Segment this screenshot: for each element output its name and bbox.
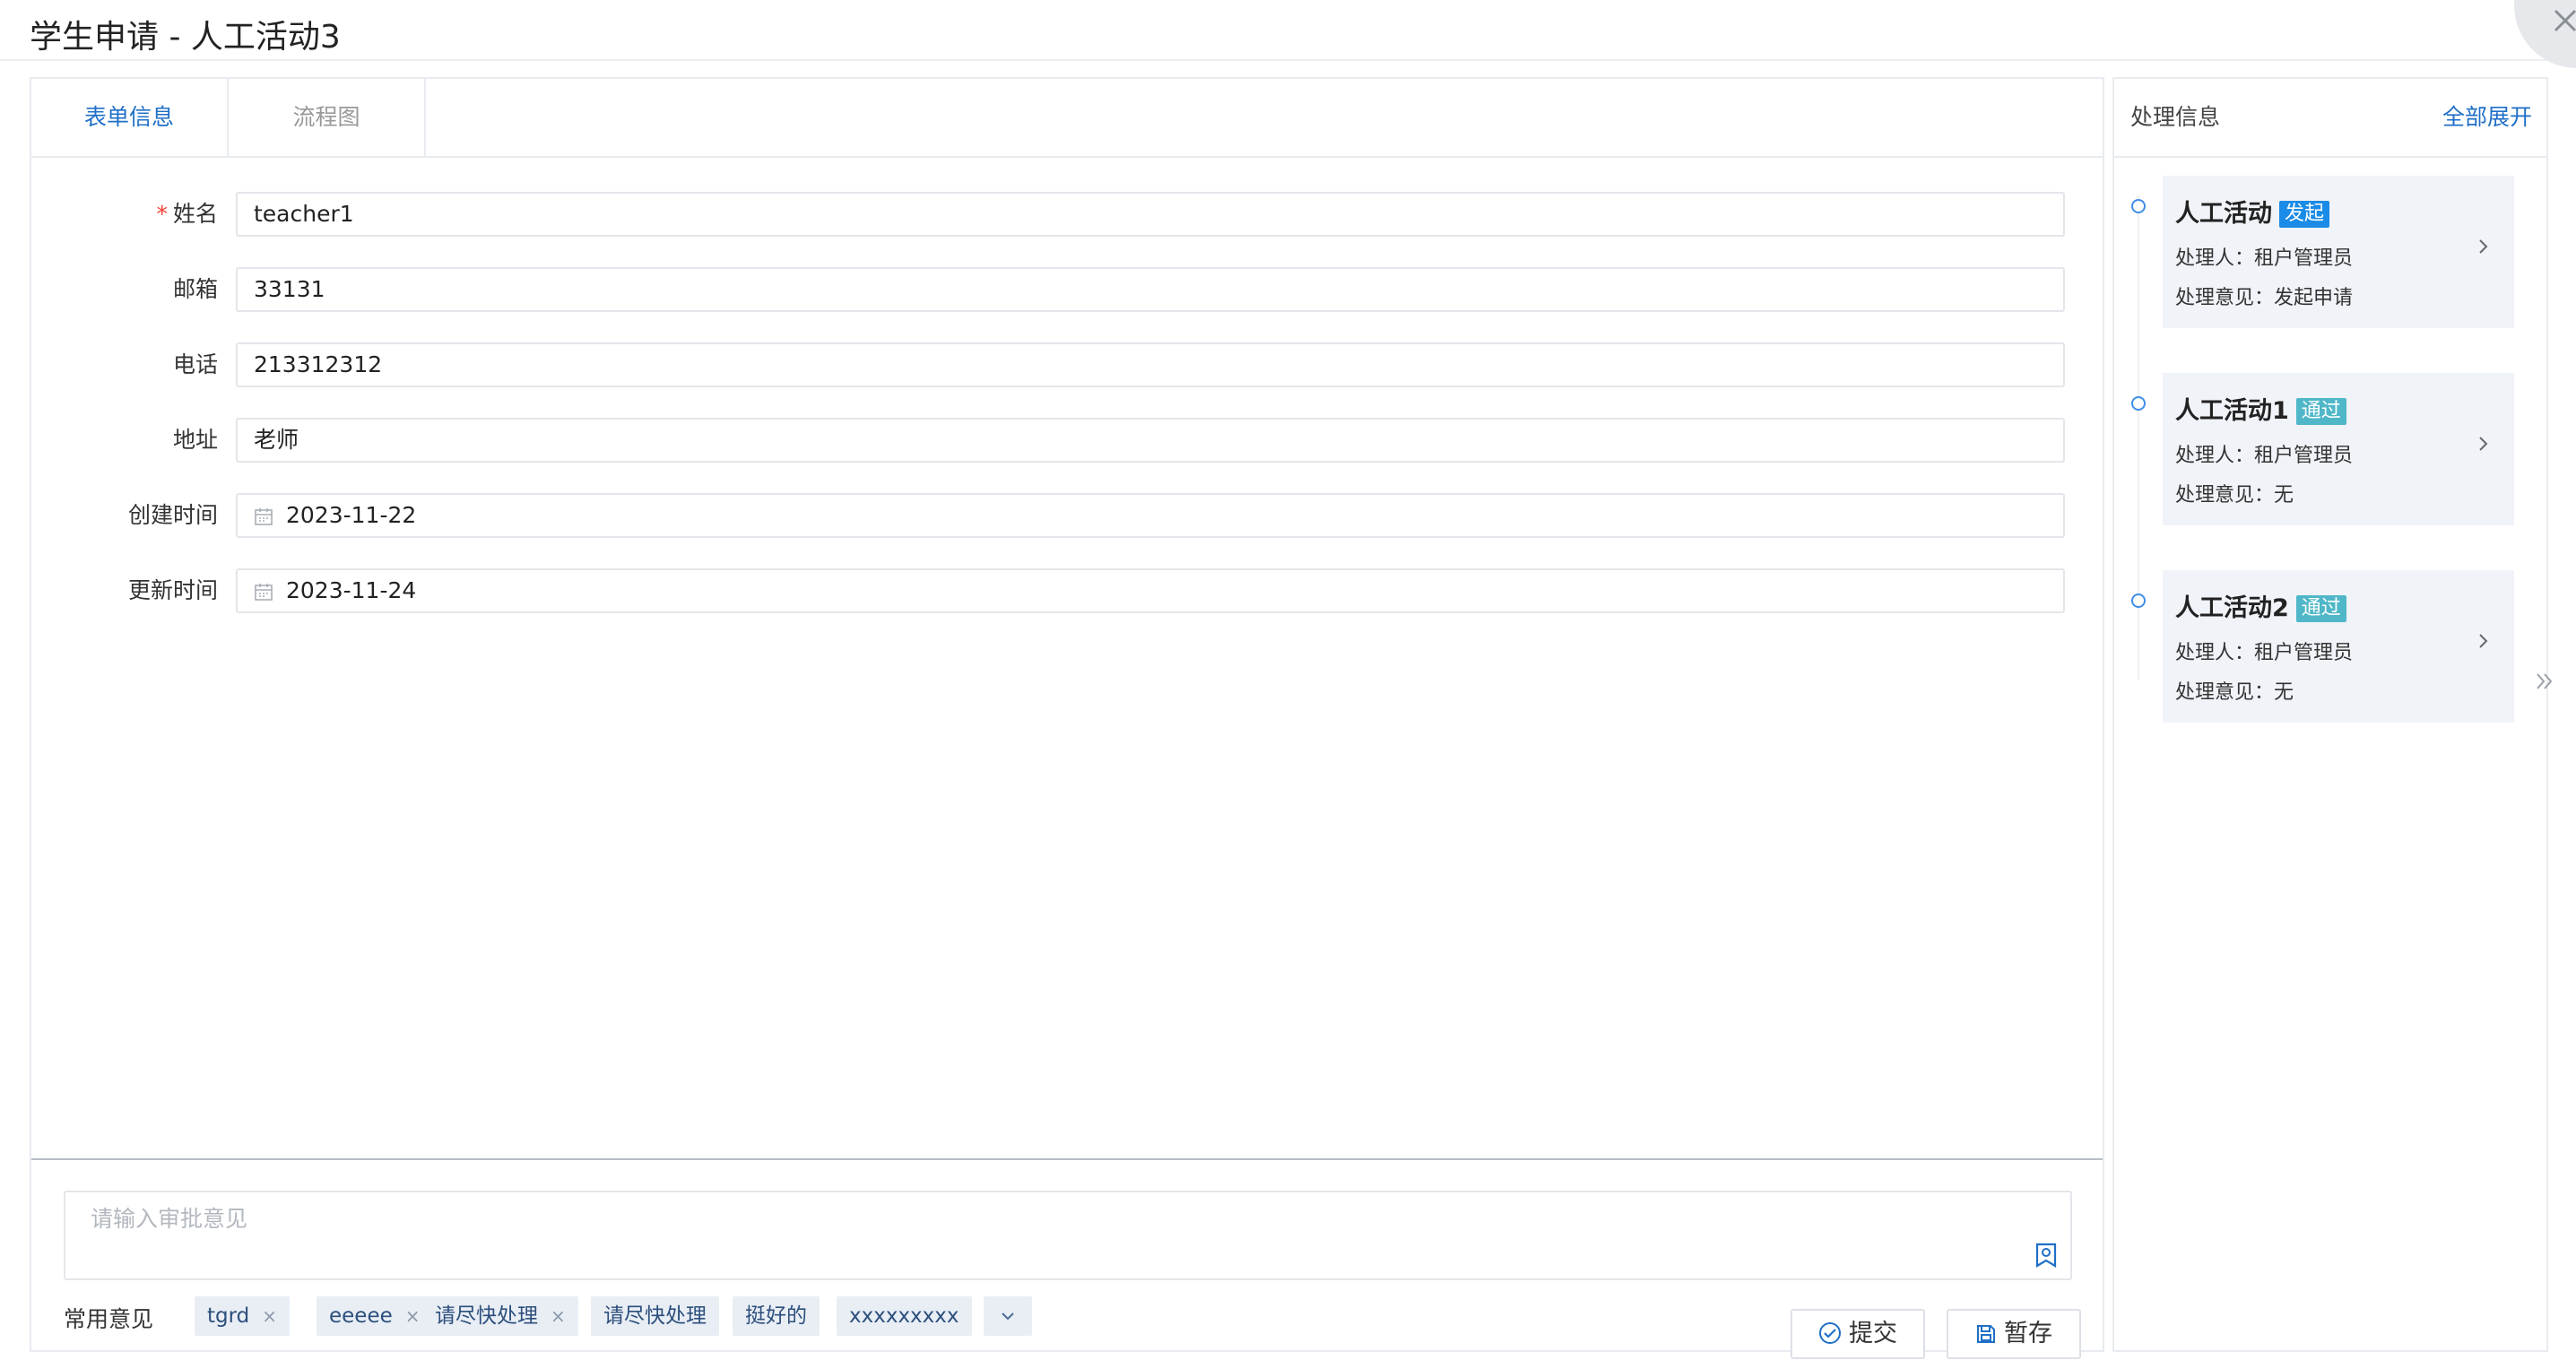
chevron-right-icon[interactable]: [2476, 631, 2491, 651]
field-row-created: 创建时间 2023-11-22: [31, 491, 2103, 540]
record-opinion: 处理意见：无: [2175, 484, 2294, 507]
field-label-name: * 姓名: [156, 201, 218, 227]
created-date-input[interactable]: 2023-11-22: [236, 493, 2065, 538]
opinion-chip[interactable]: 挺好的: [733, 1296, 820, 1336]
save-label: 暂存: [2004, 1320, 2052, 1347]
opinion-chip[interactable]: xxxxxxxxx: [837, 1296, 972, 1336]
approval-area: 请输入审批意见 常用意见 tgrd × eeeee × 请尽快处理 × 请尽快处理 挺…: [31, 1158, 2103, 1359]
opinion-chip[interactable]: 请尽快处理: [591, 1296, 719, 1336]
opinion-placeholder: 请输入审批意见: [91, 1206, 248, 1232]
process-panel: 处理信息 全部展开 人工活动 发起 处理人：租户管理员 处理意见：发起申请 人工活…: [2112, 77, 2548, 1352]
field-label-created: 创建时间: [127, 502, 218, 528]
field-label-phone: 电话: [172, 351, 218, 377]
opinion-chip[interactable]: eeeee ×: [317, 1296, 433, 1336]
field-row-address: 地址 老师: [31, 416, 2103, 464]
updated-date-input[interactable]: 2023-11-24: [236, 568, 2065, 613]
remove-icon[interactable]: ×: [551, 1305, 566, 1327]
record-name: 人工活动 发起: [2175, 194, 2330, 229]
tab-form-info[interactable]: 表单信息: [31, 79, 229, 156]
timeline-dot: [2131, 199, 2146, 213]
process-header: 处理信息 全部展开: [2114, 79, 2546, 158]
process-record[interactable]: 人工活动 发起 处理人：租户管理员 处理意见：发起申请: [2163, 176, 2514, 328]
record-handler: 处理人：租户管理员: [2175, 445, 2354, 467]
opinion-chip[interactable]: 请尽快处理 ×: [422, 1296, 578, 1336]
save-draft-button[interactable]: 暂存: [1947, 1309, 2081, 1359]
more-opinions-button[interactable]: [984, 1296, 1032, 1336]
record-handler: 处理人：租户管理员: [2175, 642, 2354, 664]
required-mark: *: [156, 201, 168, 227]
record-name: 人工活动2 通过: [2175, 588, 2346, 623]
calendar-icon: [255, 508, 273, 525]
phone-input[interactable]: 213312312: [236, 342, 2065, 387]
status-badge: 通过: [2295, 398, 2346, 425]
form-panel: 表单信息 流程图 * 姓名 teacher1 邮箱 33131 电话 213312…: [30, 77, 2104, 1359]
created-date-value: 2023-11-22: [286, 502, 417, 528]
field-row-updated: 更新时间 2023-11-24: [31, 567, 2103, 615]
save-icon: [1977, 1325, 1995, 1343]
remove-icon[interactable]: ×: [405, 1305, 421, 1327]
record-opinion: 处理意见：发起申请: [2175, 287, 2354, 309]
timeline-dot: [2131, 396, 2146, 411]
process-title: 处理信息: [2130, 104, 2221, 130]
record-opinion: 处理意见：无: [2175, 681, 2294, 704]
common-opinion-label: 常用意见: [64, 1306, 154, 1332]
email-input[interactable]: 33131: [236, 267, 2065, 312]
field-label-updated: 更新时间: [127, 577, 218, 603]
field-row-phone: 电话 213312312: [31, 341, 2103, 389]
expand-all-link[interactable]: 全部展开: [2442, 79, 2532, 156]
updated-date-value: 2023-11-24: [286, 577, 417, 603]
title-bar: 学生申请 - 人工活动3: [0, 0, 2576, 61]
field-row-email: 邮箱 33131: [31, 265, 2103, 314]
bookmark-icon[interactable]: [2034, 1243, 2058, 1268]
status-badge: 通过: [2295, 595, 2346, 622]
field-label-address: 地址: [172, 427, 218, 453]
chevron-down-icon: [1002, 1312, 1014, 1321]
process-record[interactable]: 人工活动2 通过 处理人：租户管理员 处理意见：无: [2163, 570, 2514, 723]
timeline-dot: [2131, 593, 2146, 608]
chevron-right-icon[interactable]: [2476, 237, 2491, 256]
record-handler: 处理人：租户管理员: [2175, 247, 2354, 270]
submit-label: 提交: [1849, 1320, 1897, 1347]
opinion-chip[interactable]: tgrd ×: [195, 1296, 291, 1336]
check-circle-icon: [1819, 1322, 1841, 1344]
tab-bar: 表单信息 流程图: [31, 79, 2103, 158]
name-input[interactable]: teacher1: [236, 192, 2065, 237]
status-badge: 发起: [2279, 201, 2330, 228]
double-chevron-right-icon[interactable]: [2534, 669, 2555, 694]
field-label-email: 邮箱: [172, 276, 218, 302]
close-icon: [2554, 9, 2576, 32]
calendar-icon: [255, 584, 273, 601]
submit-button[interactable]: 提交: [1791, 1309, 1925, 1359]
remove-icon[interactable]: ×: [262, 1305, 277, 1327]
field-row-name: * 姓名 teacher1: [31, 190, 2103, 238]
address-input[interactable]: 老师: [236, 418, 2065, 463]
record-name: 人工活动1 通过: [2175, 391, 2346, 426]
chevron-right-icon[interactable]: [2476, 434, 2491, 454]
opinion-textarea[interactable]: 请输入审批意见: [64, 1191, 2072, 1280]
window-title: 学生申请 - 人工活动3: [30, 19, 341, 56]
process-record[interactable]: 人工活动1 通过 处理人：租户管理员 处理意见：无: [2163, 373, 2514, 525]
tab-flow-chart[interactable]: 流程图: [229, 79, 426, 156]
